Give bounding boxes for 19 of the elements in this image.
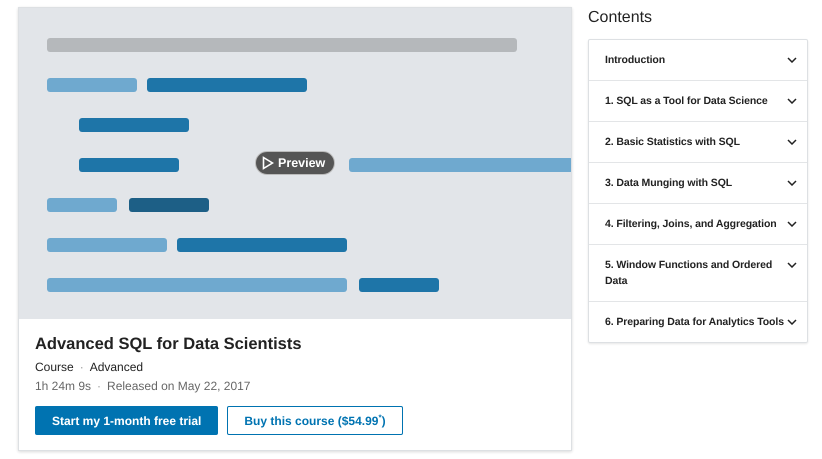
course-title: Advanced SQL for Data Scientists — [35, 335, 303, 354]
separator-dot: · — [80, 360, 84, 374]
section-item[interactable]: Introduction — [589, 40, 807, 80]
separator-dot: · — [97, 379, 102, 393]
section-item[interactable]: 4. Filtering, Joins, and Aggregation — [589, 203, 807, 244]
section-item[interactable]: 3. Data Munging with SQL — [589, 162, 807, 203]
trial-button[interactable]: Start my 1-month free trial — [35, 406, 218, 435]
course-duration: 1h 24m 9s — [35, 379, 92, 393]
preview-button[interactable]: Preview — [255, 151, 336, 175]
course-level: Advanced — [90, 360, 144, 374]
contents-heading: Contents — [588, 9, 654, 27]
course-type: Course — [35, 360, 74, 374]
buy-button[interactable]: Buy this course ($54.99$^{*}$) — [227, 406, 403, 435]
section-item[interactable]: 6. Preparing Data for Analytics Tools — [589, 301, 807, 342]
section-item[interactable]: 2. Basic Statistics with SQL — [589, 121, 807, 162]
section-item[interactable]: 1. SQL as a Tool for Data Science — [589, 80, 807, 121]
release-date: Released on May 22, 2017 — [107, 379, 250, 393]
section-item[interactable]: 5. Window Functions and Ordered Data — [589, 244, 807, 301]
play-icon — [262, 156, 274, 170]
